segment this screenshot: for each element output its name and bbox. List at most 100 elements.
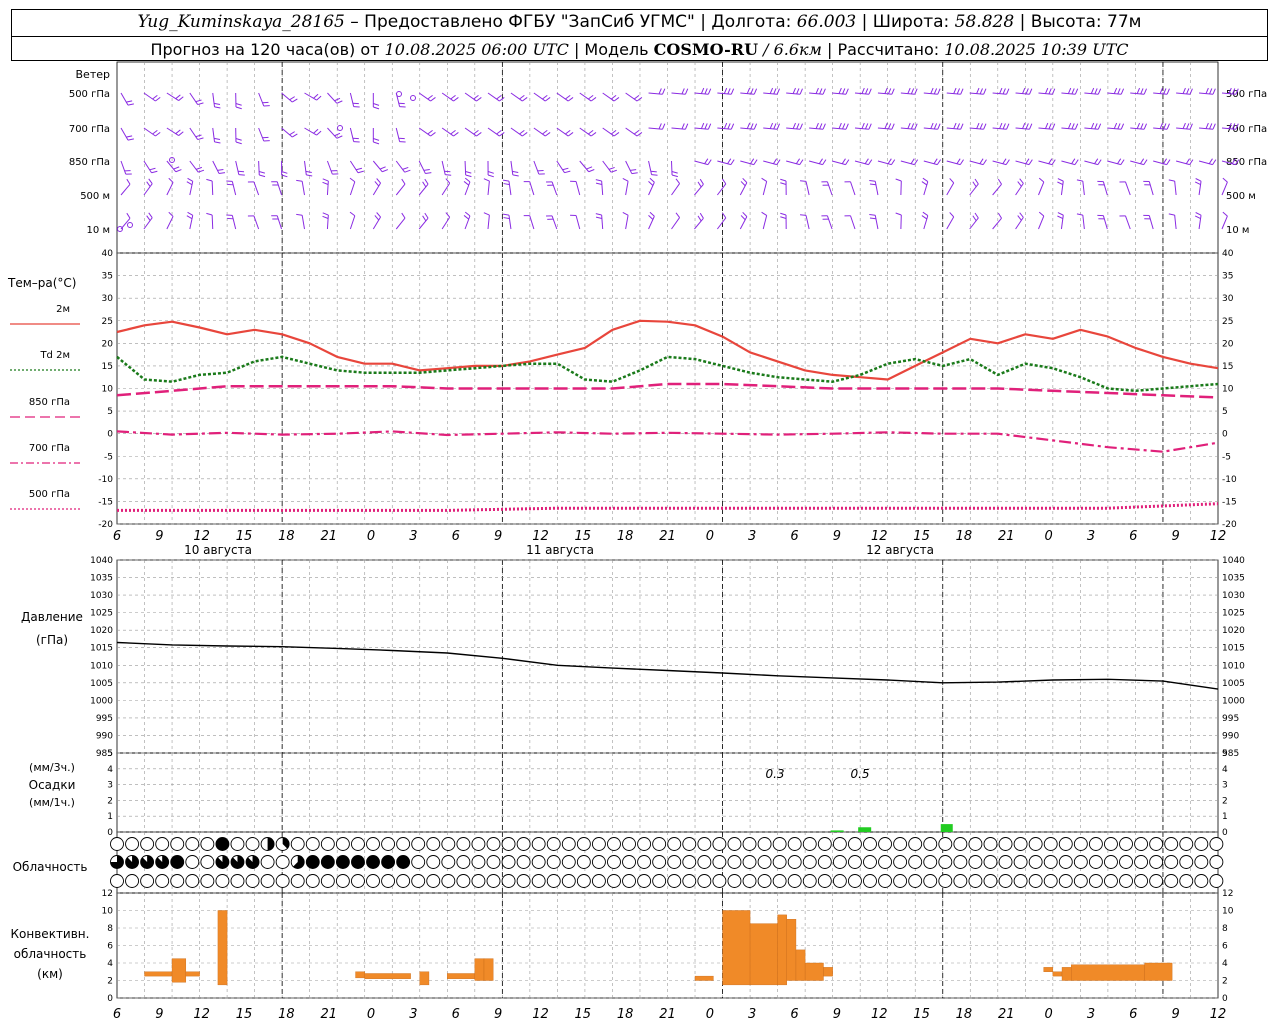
precip-panel-title: Осадки [29,778,76,792]
wind-barb-flag-icon [933,123,938,130]
wind-barb-flag-icon [1209,123,1213,130]
wind-barb-flag-icon [1222,211,1228,217]
cloud-circle-outline [652,855,667,869]
wind-barb-flag-icon [864,123,869,130]
wind-barb-icon [601,181,604,196]
y-tick-label-left: 1 [107,812,113,822]
cloud-cover-circle-icon [486,837,501,851]
wind-barb-icon [1038,215,1045,230]
wind-barb-flag-icon [1057,212,1064,216]
wind-barb-flag-icon [649,211,655,217]
wind-barb-flag-icon [151,170,158,174]
cloud-cover-circle-icon [1209,874,1224,888]
cloud-circle-outline [456,855,471,869]
y-tick-label-right: -15 [1222,497,1237,507]
cloud-cover-circle-icon [1013,874,1028,888]
wind-barb-flag-icon [1185,158,1190,164]
wind-barb-flag-icon [750,123,754,130]
wind-barb-icon [189,160,199,173]
cloud-circle-outline [742,837,757,851]
wind-barb-icon [1124,215,1131,230]
y-tick-label-right: 35 [1222,272,1233,282]
wind-barb-icon [601,215,604,230]
wind-barb-flag-icon [235,141,242,145]
wind-barb-flag-icon [542,130,548,135]
wind-barb-icon [625,92,638,102]
cloud-circle-outline [968,855,983,869]
cloud-cover-circle-icon [1013,837,1028,851]
cloud-circle-outline [637,855,652,869]
cloud-cover-circle-icon [1194,874,1209,888]
wind-level-label-right: 500 гПа [1226,89,1267,100]
wind-barb-icon [648,92,663,95]
wind-barb-flag-icon [586,166,593,170]
wind-barb-flag-icon [1097,88,1102,95]
wind-barb-flag-icon [740,215,746,221]
wind-barb-icon [395,160,406,173]
wind-barb-icon [441,92,454,102]
cloud-circle-outline [561,855,576,869]
x-tick-label-bottom: 18 [278,1007,295,1022]
cloud-cover-circle-icon [772,874,787,888]
cloud-cover-circle-icon [366,837,380,851]
wind-barb-flag-icon [622,177,629,182]
wind-barb-flag-icon [704,123,708,130]
cloud-circle-outline [712,874,727,888]
wind-barb-flag-icon [869,180,876,182]
cloud-circle-outline [622,837,636,851]
cloud-circle-outline [1209,837,1224,851]
cloud-circle-outline [1149,874,1164,888]
wind-barb-flag-icon [780,212,787,216]
wind-barb-icon [487,92,500,102]
wind-barb-flag-icon [704,158,709,164]
wind-barb-flag-icon [1139,158,1145,164]
cloud-circle-outline [832,855,847,869]
cloud-circle-outline [1073,855,1088,869]
wind-barb-flag-icon [868,123,872,130]
cloud-cover-circle-icon [320,837,335,851]
wind-barb-icon [301,215,305,230]
wind-barb-flag-icon [404,169,411,173]
convective-bar [749,923,778,986]
wind-barb-icon [510,92,523,102]
cloud-circle-outline [516,874,531,888]
wind-barb-flag-icon [1022,87,1026,94]
wind-barb-flag-icon [1094,88,1098,95]
wind-barb-flag-icon [913,159,919,165]
wind-barb-icon [625,215,629,230]
cloud-circle-outline [983,837,998,851]
wind-barb-flag-icon [868,88,872,95]
wind-barb-icon [441,127,454,137]
cloud-cover-circle-icon [546,837,561,851]
wind-barb-flag-icon [238,174,245,176]
cloud-circle-outline [622,874,636,888]
wind-barb-flag-icon [631,172,638,175]
wind-barb-flag-icon [868,159,873,165]
wind-barb-flag-icon [476,132,482,137]
wind-barb-flag-icon [1094,123,1098,130]
cloud-circle-outline [757,837,772,851]
x-tick-label-top: 9 [833,529,841,544]
cloud-cover-circle-icon [170,837,185,851]
wind-barb-flag-icon [884,122,888,129]
cloud-cover-circle-icon [1134,855,1149,869]
wind-barb-flag-icon [296,213,303,216]
wind-barb-flag-icon [126,135,133,138]
cloud-cover-circle-icon [998,855,1013,869]
wind-barb-flag-icon [1195,178,1202,182]
wind-barb-flag-icon [1163,88,1167,95]
cloud-cover-circle-icon [501,855,516,869]
cloud-cover-circle-icon [426,874,441,888]
cloud-cover-circle-icon [456,855,471,869]
wind-barb-flag-icon [1029,123,1033,130]
cloud-cover-circle-icon [381,837,396,851]
wind-barb-flag-icon [1017,215,1022,221]
wind-barb-icon [556,127,569,137]
wind-barb-icon [441,182,451,196]
cloud-cover-circle-icon [486,855,501,869]
x-tick-label-bottom: 21 [320,1007,337,1022]
cloud-circle-fill [170,855,184,869]
wind-barb-flag-icon [780,182,787,185]
cloud-cover-circle-icon [742,855,757,869]
cloud-circle-outline [486,874,501,888]
